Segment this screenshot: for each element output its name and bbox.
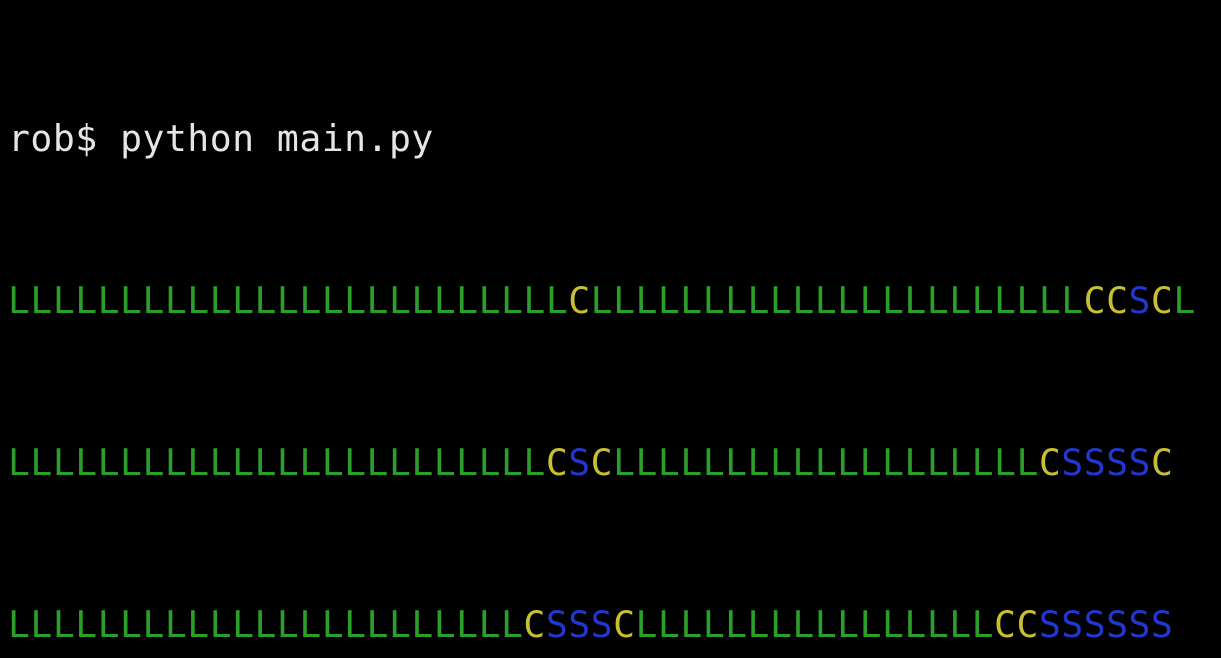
tile-S: S — [568, 441, 590, 484]
tile-C: CC — [1084, 279, 1129, 322]
tile-L: LLLLLLLLLLLLLLLLLLL — [613, 441, 1039, 484]
command-text: python main.py — [120, 117, 434, 160]
tile-L: LLLLLLLLLLLLLLLLLLLLLLLLL — [8, 279, 568, 322]
tile-S: SSSS — [1061, 441, 1151, 484]
tile-C: C — [523, 603, 545, 646]
command-line: rob$ python main.py — [8, 112, 1213, 166]
tile-C: C — [1151, 279, 1173, 322]
output-row: LLLLLLLLLLLLLLLLLLLLLLLLCSCLLLLLLLLLLLLL… — [8, 436, 1213, 490]
output-row: LLLLLLLLLLLLLLLLLLLLLLLCSSSCLLLLLLLLLLLL… — [8, 598, 1213, 652]
tile-C: C — [591, 441, 613, 484]
tile-L: L — [1173, 279, 1195, 322]
terminal-window[interactable]: rob$ python main.py LLLLLLLLLLLLLLLLLLLL… — [0, 0, 1221, 658]
tile-C: C — [546, 441, 568, 484]
tile-S: S — [1128, 279, 1150, 322]
tile-C: CC — [994, 603, 1039, 646]
tile-L: LLLLLLLLLLLLLLLLLLLLLL — [591, 279, 1084, 322]
tile-S: SSSSSS — [1039, 603, 1173, 646]
tile-L: LLLLLLLLLLLLLLLLLLLLLLLL — [8, 441, 546, 484]
tile-S: SSS — [546, 603, 613, 646]
output-row: LLLLLLLLLLLLLLLLLLLLLLLLLCLLLLLLLLLLLLLL… — [8, 274, 1213, 328]
tile-C: C — [568, 279, 590, 322]
tile-C: C — [613, 603, 635, 646]
tile-C: C — [1151, 441, 1173, 484]
tile-L: LLLLLLLLLLLLLLLLLLLLLLL — [8, 603, 523, 646]
tile-C: C — [1039, 441, 1061, 484]
tile-L: LLLLLLLLLLLLLLLL — [636, 603, 995, 646]
shell-prompt: rob$ — [8, 117, 98, 160]
